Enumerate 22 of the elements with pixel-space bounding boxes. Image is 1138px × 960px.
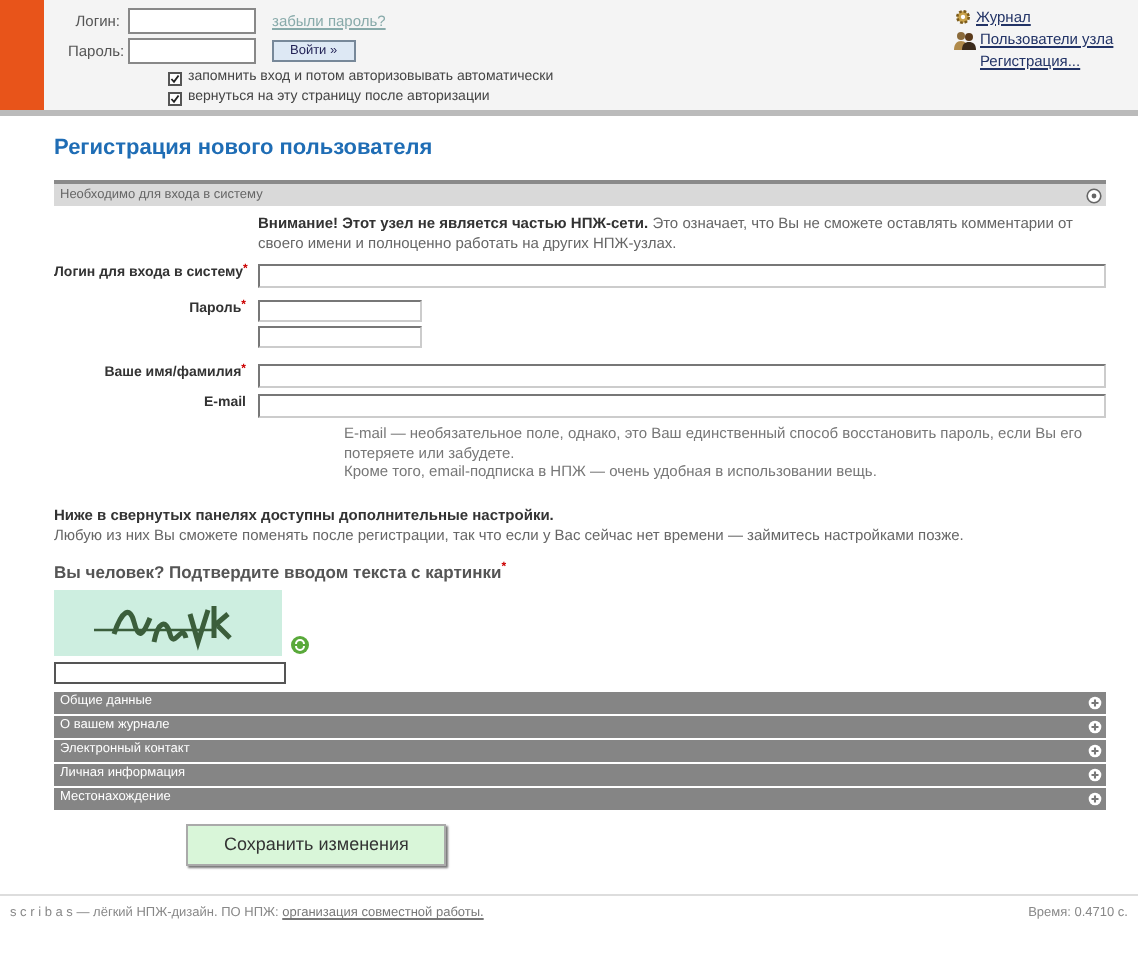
password-field[interactable] bbox=[128, 38, 256, 64]
password-field[interactable] bbox=[258, 299, 422, 322]
users-icon bbox=[954, 29, 976, 49]
expand-icon[interactable] bbox=[1088, 695, 1102, 710]
help-icon[interactable] bbox=[1086, 187, 1102, 204]
expand-icon[interactable] bbox=[1088, 767, 1102, 782]
captcha-field[interactable] bbox=[54, 661, 286, 684]
gear-icon bbox=[954, 8, 972, 26]
confirm-password-field[interactable] bbox=[258, 325, 422, 348]
expand-icon[interactable] bbox=[1088, 791, 1102, 806]
page-title: Регистрация нового пользователя bbox=[54, 134, 435, 163]
text-field[interactable] bbox=[258, 393, 1106, 418]
login-field[interactable] bbox=[128, 8, 256, 34]
text-field[interactable] bbox=[258, 263, 1106, 288]
text-field[interactable] bbox=[258, 363, 1106, 388]
checkbox[interactable] bbox=[168, 71, 182, 85]
checkbox[interactable] bbox=[168, 91, 182, 105]
expand-icon[interactable] bbox=[1088, 719, 1102, 734]
expand-icon[interactable] bbox=[1088, 743, 1102, 758]
save-button[interactable]: Сохранить изменения bbox=[186, 823, 447, 867]
accent-stripe bbox=[0, 0, 44, 110]
refresh-icon[interactable] bbox=[290, 633, 310, 656]
